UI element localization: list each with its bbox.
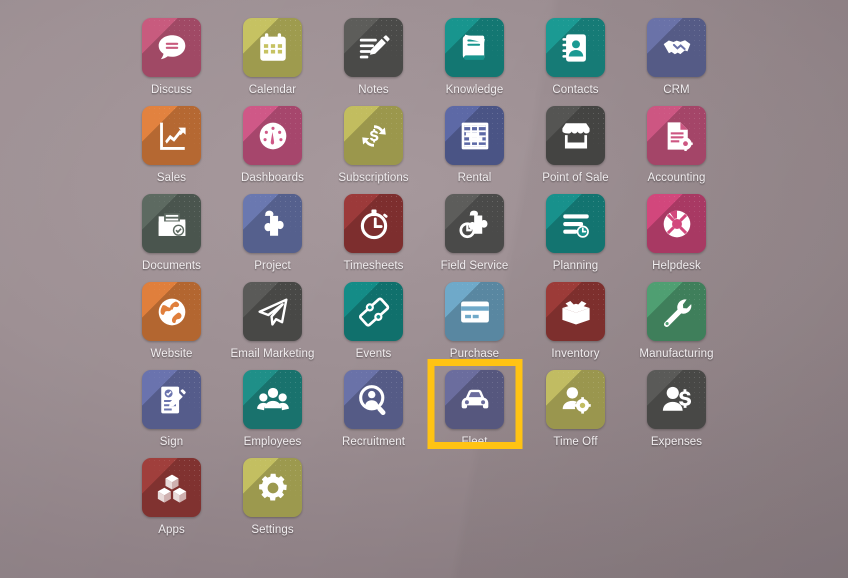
app-label: Calendar bbox=[248, 84, 297, 96]
app-icon-documents[interactable]: Documents bbox=[121, 194, 222, 282]
dollar-refresh-icon[interactable] bbox=[344, 106, 403, 165]
app-icon-timesheets[interactable]: Timesheets bbox=[323, 194, 424, 282]
app-label: Dashboards bbox=[240, 172, 304, 184]
puzzle-clock-icon[interactable] bbox=[445, 194, 504, 253]
app-label: Inventory bbox=[551, 348, 600, 360]
globe-icon[interactable] bbox=[142, 282, 201, 341]
app-label: Helpdesk bbox=[652, 260, 701, 272]
calendar-icon[interactable] bbox=[243, 18, 302, 77]
person-dollar-icon[interactable] bbox=[647, 370, 706, 429]
app-icon-notes[interactable]: Notes bbox=[323, 18, 424, 106]
person-gear-icon[interactable] bbox=[546, 370, 605, 429]
people-group-icon[interactable] bbox=[243, 370, 302, 429]
app-label: Planning bbox=[552, 260, 599, 272]
app-label: Sign bbox=[159, 436, 184, 448]
app-icon-website[interactable]: Website bbox=[121, 282, 222, 370]
cubes-icon[interactable] bbox=[142, 458, 201, 517]
invoice-gear-icon[interactable] bbox=[647, 106, 706, 165]
app-label: Rental bbox=[457, 172, 492, 184]
app-icon-helpdesk[interactable]: Helpdesk bbox=[626, 194, 727, 282]
address-book-icon[interactable] bbox=[546, 18, 605, 77]
growth-chart-icon[interactable] bbox=[142, 106, 201, 165]
app-icon-apps[interactable]: Apps bbox=[121, 458, 222, 546]
app-label: Project bbox=[254, 260, 291, 272]
rental-grid-icon[interactable] bbox=[445, 106, 504, 165]
app-icon-events[interactable]: Events bbox=[323, 282, 424, 370]
planning-bars-icon[interactable] bbox=[546, 194, 605, 253]
app-icon-calendar[interactable]: Calendar bbox=[222, 18, 323, 106]
app-icon-fleet[interactable]: Fleet bbox=[424, 370, 525, 458]
app-label: Time Off bbox=[553, 436, 598, 448]
app-label: Employees bbox=[243, 436, 302, 448]
app-icon-sales[interactable]: Sales bbox=[121, 106, 222, 194]
gear-icon[interactable] bbox=[243, 458, 302, 517]
app-icon-sign[interactable]: Sign bbox=[121, 370, 222, 458]
app-icon-rental[interactable]: Rental bbox=[424, 106, 525, 194]
app-label: Events bbox=[355, 348, 392, 360]
credit-card-icon[interactable] bbox=[445, 282, 504, 341]
handshake-icon[interactable] bbox=[647, 18, 706, 77]
app-label: Settings bbox=[251, 524, 294, 536]
app-icon-manufacturing[interactable]: Manufacturing bbox=[626, 282, 727, 370]
paper-plane-icon[interactable] bbox=[243, 282, 302, 341]
app-icon-dashboards[interactable]: Dashboards bbox=[222, 106, 323, 194]
app-label: Timesheets bbox=[343, 260, 404, 272]
app-icon-time-off[interactable]: Time Off bbox=[525, 370, 626, 458]
app-label: CRM bbox=[663, 84, 690, 96]
app-label: Email Marketing bbox=[230, 348, 315, 360]
app-icon-accounting[interactable]: Accounting bbox=[626, 106, 727, 194]
app-icon-email-marketing[interactable]: Email Marketing bbox=[222, 282, 323, 370]
signed-document-icon[interactable] bbox=[142, 370, 201, 429]
storefront-icon[interactable] bbox=[546, 106, 605, 165]
document-folder-icon[interactable] bbox=[142, 194, 201, 253]
app-icon-crm[interactable]: CRM bbox=[626, 18, 727, 106]
app-label: Documents bbox=[141, 260, 202, 272]
app-label: Recruitment bbox=[341, 436, 406, 448]
app-label: Sales bbox=[156, 172, 187, 184]
app-icon-expenses[interactable]: Expenses bbox=[626, 370, 727, 458]
app-icon-planning[interactable]: Planning bbox=[525, 194, 626, 282]
app-label: Website bbox=[150, 348, 193, 360]
chat-bubble-icon[interactable] bbox=[142, 18, 201, 77]
app-label: Knowledge bbox=[445, 84, 504, 96]
app-icon-employees[interactable]: Employees bbox=[222, 370, 323, 458]
stopwatch-icon[interactable] bbox=[344, 194, 403, 253]
app-label: Purchase bbox=[449, 348, 500, 360]
ticket-icon[interactable] bbox=[344, 282, 403, 341]
app-label: Point of Sale bbox=[542, 172, 609, 184]
wrench-icon[interactable] bbox=[647, 282, 706, 341]
app-icon-inventory[interactable]: Inventory bbox=[525, 282, 626, 370]
app-label: Expenses bbox=[650, 436, 703, 448]
note-pencil-icon[interactable] bbox=[344, 18, 403, 77]
app-label: Manufacturing bbox=[639, 348, 714, 360]
app-icon-subscriptions[interactable]: Subscriptions bbox=[323, 106, 424, 194]
person-search-icon[interactable] bbox=[344, 370, 403, 429]
app-label: Contacts bbox=[552, 84, 599, 96]
app-icon-point-of-sale[interactable]: Point of Sale bbox=[525, 106, 626, 194]
app-icon-recruitment[interactable]: Recruitment bbox=[323, 370, 424, 458]
app-icon-project[interactable]: Project bbox=[222, 194, 323, 282]
app-label: Accounting bbox=[647, 172, 706, 184]
app-launcher-grid: Discuss Calendar Notes Knowledge Contacts CRM… bbox=[0, 0, 848, 578]
open-box-icon[interactable] bbox=[546, 282, 605, 341]
book-icon[interactable] bbox=[445, 18, 504, 77]
lifebuoy-icon[interactable] bbox=[647, 194, 706, 253]
app-label: Notes bbox=[358, 84, 389, 96]
app-icon-field-service[interactable]: Field Service bbox=[424, 194, 525, 282]
app-icon-purchase[interactable]: Purchase bbox=[424, 282, 525, 370]
car-icon[interactable] bbox=[445, 370, 504, 429]
app-label: Subscriptions bbox=[338, 172, 409, 184]
app-icon-contacts[interactable]: Contacts bbox=[525, 18, 626, 106]
puzzle-piece-icon[interactable] bbox=[243, 194, 302, 253]
app-icon-knowledge[interactable]: Knowledge bbox=[424, 18, 525, 106]
app-label: Fleet bbox=[461, 436, 488, 448]
app-label: Field Service bbox=[440, 260, 509, 272]
app-icon-discuss[interactable]: Discuss bbox=[121, 18, 222, 106]
app-label: Apps bbox=[158, 524, 185, 536]
gauge-icon[interactable] bbox=[243, 106, 302, 165]
app-label: Discuss bbox=[151, 84, 192, 96]
app-icon-settings[interactable]: Settings bbox=[222, 458, 323, 546]
